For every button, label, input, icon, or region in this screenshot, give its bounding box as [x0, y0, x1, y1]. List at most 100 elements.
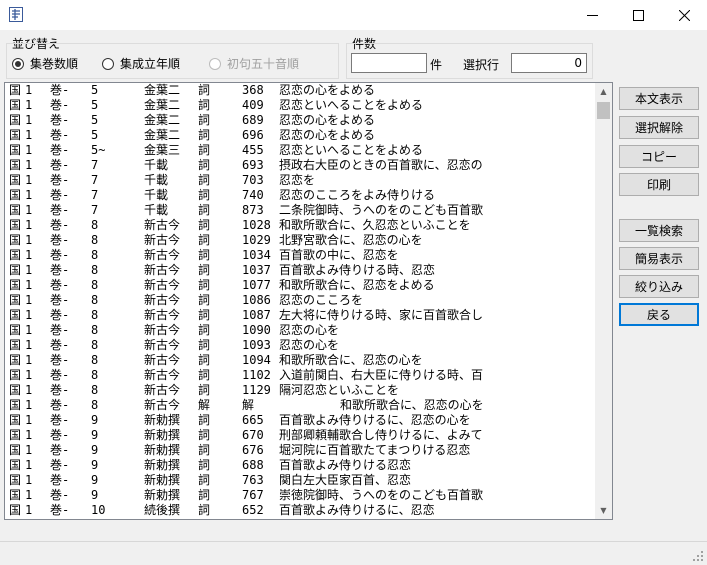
cell-collection-number: 1 — [25, 113, 33, 127]
cell-collection-number: 1 — [25, 308, 33, 322]
scroll-up-icon[interactable]: ▲ — [595, 83, 612, 100]
list-row[interactable]: 国 1 巻- 9 新勅撰 詞 665 百首歌よみ侍りけるに、忍恋の心を — [5, 413, 595, 428]
cell-volume-marker: 巻- — [50, 143, 70, 157]
cell-volume-marker: 巻- — [50, 458, 70, 472]
selected-rows-field[interactable]: 0 — [511, 53, 587, 73]
cell-volume-marker: 巻- — [50, 323, 70, 337]
cell-collection-type: 国 — [9, 173, 22, 187]
maximize-button[interactable] — [615, 0, 661, 30]
print-button[interactable]: 印刷 — [619, 173, 699, 196]
cell-poem-number: 652 — [242, 503, 264, 517]
resize-grip-icon[interactable] — [693, 551, 704, 562]
list-row[interactable]: 国 1 巻- 8 新古今 詞 1086 忍恋のこころを — [5, 293, 595, 308]
narrow-button[interactable]: 絞り込み — [619, 275, 699, 298]
list-row[interactable]: 国 1 巻- 8 新古今 解 解 和歌所歌合に、忍恋の心を — [5, 398, 595, 413]
list-row[interactable]: 国 1 巻- 7 千載 詞 873 二条院御時、うへのをのこども百首歌 — [5, 203, 595, 218]
cell-poem-number: 693 — [242, 158, 264, 172]
results-rows: 国 1 巻- 5 金葉二詞 368 忍恋の心をよめる国 1 巻- 5 金葉二詞 409 忍恋といへること… — [5, 83, 595, 518]
cell-volume-marker: 巻- — [50, 203, 70, 217]
results-list[interactable]: 国 1 巻- 5 金葉二詞 368 忍恋の心をよめる国 1 巻- 5 金葉二詞 409 忍恋といへること… — [4, 82, 613, 520]
cell-collection-number: 1 — [25, 428, 33, 442]
simple-view-button[interactable]: 簡易表示 — [619, 247, 699, 270]
list-search-button[interactable]: 一覧検索 — [619, 219, 699, 242]
list-row[interactable]: 国 1 巻- 9 新勅撰 詞 676 堀河院に百首歌たてまつりける忍恋 — [5, 443, 595, 458]
cell-part: 詞 — [198, 83, 211, 97]
list-row[interactable]: 国 1 巻- 9 新勅撰 詞 688 百首歌よみ侍りける忍恋 — [5, 458, 595, 473]
list-row[interactable]: 国 1 巻- 5~ 金葉三 詞 455 忍恋といへることをよめる — [5, 143, 595, 158]
count-field[interactable] — [351, 53, 427, 73]
minimize-button[interactable] — [569, 0, 615, 30]
list-row[interactable]: 国 1 巻- 9 新勅撰 詞 763 関白左大臣家百首、忍恋 — [5, 473, 595, 488]
list-row[interactable]: 国 1 巻- 10 続後撰 詞 652 百首歌よみ侍りけるに、忍恋 — [5, 503, 595, 518]
back-button[interactable]: 戻る — [619, 303, 699, 326]
cell-volume: 8 — [91, 353, 99, 367]
cell-text: 和歌所歌合に、忍恋の心を — [279, 353, 423, 367]
cell-volume: 9 — [91, 458, 99, 472]
sort-by-year-radio[interactable]: 集成立年順 — [102, 55, 180, 72]
list-row[interactable]: 国 1 巻- 8 新古今 詞 1087 左大将に侍りける時、家に百首歌合し — [5, 308, 595, 323]
cell-volume: 8 — [91, 398, 99, 412]
cell-collection-number: 1 — [25, 353, 33, 367]
cell-poem-number: 689 — [242, 113, 264, 127]
list-row[interactable]: 国 1 巻- 5 金葉二 詞 368 忍恋の心をよめる — [5, 83, 595, 98]
cell-poem-number: 1087 — [242, 308, 271, 322]
cell-poem-number: 1093 — [242, 338, 271, 352]
list-row[interactable]: 国 1 巻- 8 新古今 詞 1093 忍恋の心を — [5, 338, 595, 353]
cell-text: 隔河忍恋といふことを — [279, 383, 400, 397]
scroll-down-icon[interactable]: ▼ — [595, 502, 612, 519]
list-row[interactable]: 国 1 巻- 8 新古今 詞 1077 和歌所歌合に、忍恋をよめる — [5, 278, 595, 293]
copy-button[interactable]: コピー — [619, 145, 699, 168]
cell-anthology: 千載 — [144, 203, 169, 217]
cell-volume-marker: 巻- — [50, 293, 70, 307]
list-row[interactable]: 国 1 巻- 8 新古今 詞 1094 和歌所歌合に、忍恋の心を — [5, 353, 595, 368]
cell-volume-marker: 巻- — [50, 443, 70, 457]
list-row[interactable]: 国 1 巻- 8 新古今 詞 1102 入道前関白、右大臣に侍りける時、百 — [5, 368, 595, 383]
cell-anthology: 新古今 — [144, 383, 181, 397]
cell-volume: 7 — [91, 158, 99, 172]
cell-volume-marker: 巻- — [50, 473, 70, 487]
cell-collection-type: 国 — [9, 458, 22, 472]
deselect-button[interactable]: 選択解除 — [619, 116, 699, 139]
cell-collection-number: 1 — [25, 323, 33, 337]
vertical-scrollbar[interactable]: ▲ ▼ — [595, 83, 612, 519]
cell-text: 忍恋の心を — [279, 338, 340, 352]
list-row[interactable]: 国 1 巻- 9 新勅撰 詞 767 崇徳院御時、うへのをのこども百首歌 — [5, 488, 595, 503]
close-button[interactable] — [661, 0, 707, 30]
cell-volume: 8 — [91, 233, 99, 247]
list-row[interactable]: 国 1 巻- 5 金葉二 詞 696 忍恋の心をよめる — [5, 128, 595, 143]
cell-text: 忍恋の心を — [279, 323, 340, 337]
cell-anthology: 新古今 — [144, 353, 181, 367]
cell-anthology: 千載 — [144, 158, 169, 172]
list-row[interactable]: 国 1 巻- 8 新古今 詞 1034 百首歌の中に、忍恋を — [5, 248, 595, 263]
cell-volume: 9 — [91, 473, 99, 487]
list-row[interactable]: 国 1 巻- 8 新古今 詞 1037 百首歌よみ侍りける時、忍恋 — [5, 263, 595, 278]
list-row[interactable]: 国 1 巻- 8 新古今 詞 1129 隔河忍恋といふことを — [5, 383, 595, 398]
list-row[interactable]: 国 1 巻- 9 新勅撰 詞 670 刑部卿頼輔歌合し侍りけるに、よみて — [5, 428, 595, 443]
list-row[interactable]: 国 1 巻- 7 千載 詞 703 忍恋を — [5, 173, 595, 188]
list-row[interactable]: 国 1 巻- 5 金葉二 詞 409 忍恋といへることをよめる — [5, 98, 595, 113]
list-row[interactable]: 国 1 巻- 7 千載 詞 693 摂政右大臣のときの百首歌に、忍恋の — [5, 158, 595, 173]
list-row[interactable]: 国 1 巻- 8 新古今 詞 1029 北野宮歌合に、忍恋の心を — [5, 233, 595, 248]
cell-text: 百首歌よみ侍りける忍恋 — [279, 458, 412, 472]
cell-anthology: 金葉二 — [144, 83, 181, 97]
cell-volume: 5 — [91, 113, 99, 127]
show-text-button[interactable]: 本文表示 — [619, 87, 699, 110]
minimize-icon — [586, 14, 598, 16]
cell-poem-number: 1028 — [242, 218, 271, 232]
cell-volume-marker: 巻- — [50, 218, 70, 232]
cell-collection-type: 国 — [9, 443, 22, 457]
cell-text: 入道前関白、右大臣に侍りける時、百 — [279, 368, 484, 382]
cell-text: 摂政右大臣のときの百首歌に、忍恋の — [279, 158, 483, 172]
cell-part: 詞 — [198, 473, 211, 487]
list-row[interactable]: 国 1 巻- 8 新古今 詞 1090 忍恋の心を — [5, 323, 595, 338]
list-row[interactable]: 国 1 巻- 7 千載 詞 740 忍恋のこころをよみ侍りける — [5, 188, 595, 203]
cell-volume-marker: 巻- — [50, 263, 70, 277]
scroll-thumb[interactable] — [597, 102, 610, 119]
cell-collection-type: 国 — [9, 473, 22, 487]
cell-part: 詞 — [198, 293, 211, 307]
cell-poem-number: 763 — [242, 473, 264, 487]
sort-by-volume-radio[interactable]: 集巻数順 — [12, 55, 78, 72]
cell-poem-number: 688 — [242, 458, 264, 472]
list-row[interactable]: 国 1 巻- 5 金葉二 詞 689 忍恋の心をよめる — [5, 113, 595, 128]
list-row[interactable]: 国 1 巻- 8 新古今 詞 1028 和歌所歌合に、久忍恋といふことを — [5, 218, 595, 233]
